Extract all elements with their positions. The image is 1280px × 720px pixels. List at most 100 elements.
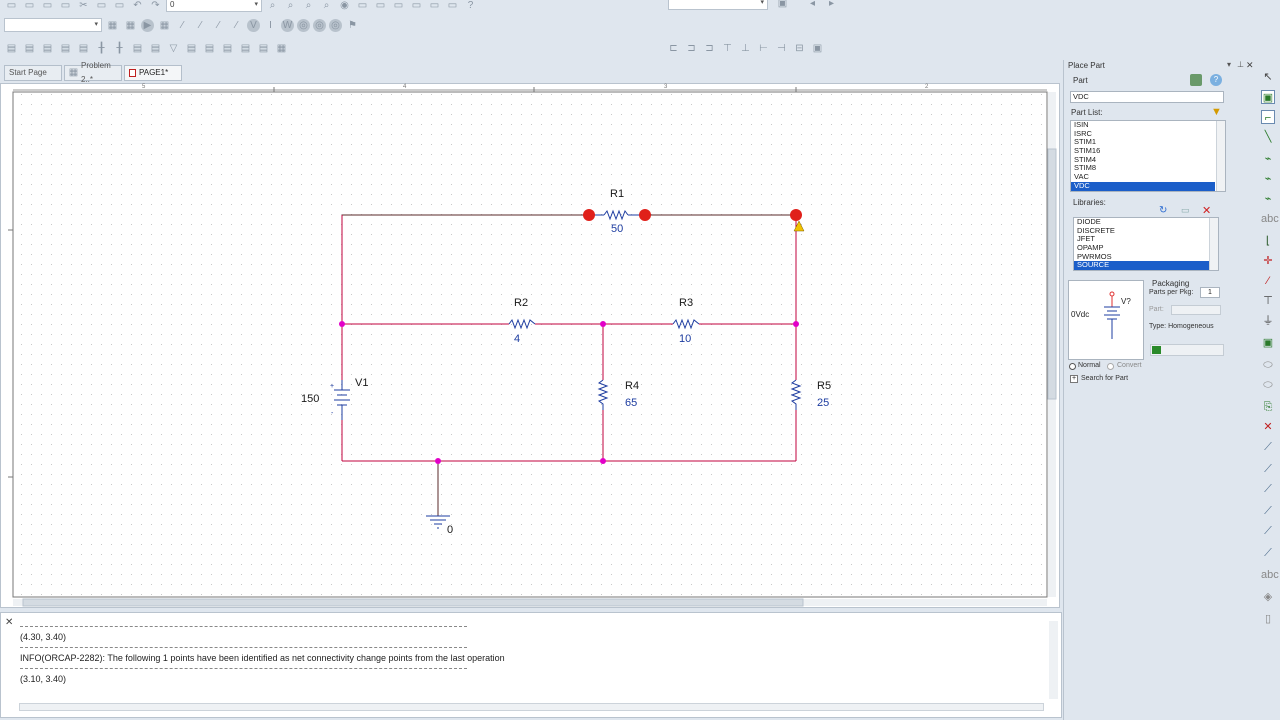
ungroup-icon[interactable]: ▤ [76,41,91,56]
place-hier-port-icon[interactable]: ⬭ [1261,358,1275,372]
place-auto-bus-icon[interactable]: ⌁ [1261,192,1275,206]
schematic-drawing[interactable] [1,84,1059,607]
zoom-out-icon[interactable]: ⌕ [283,0,298,13]
log-horizontal-scrollbar[interactable] [19,703,1044,711]
list-item-selected[interactable]: SOURCE [1074,261,1209,270]
run-icon[interactable]: ▶ [141,18,154,32]
table-icon[interactable]: ▦ [274,41,289,56]
r5-ref[interactable]: R5 [817,380,831,392]
pin-icon[interactable]: ▤ [202,41,217,56]
place-text-icon[interactable]: abc [1261,568,1279,582]
eye-icon[interactable]: ◉ [337,0,352,13]
help-icon[interactable]: ? [1210,74,1222,86]
v1-value[interactable]: 150 [301,393,319,405]
refresh-icon[interactable]: ↻ [1159,205,1167,216]
place-polyline-icon[interactable]: ⟋ [1261,462,1275,476]
place-off-page-icon[interactable]: ⎘ [1261,400,1275,414]
open-folder-icon[interactable]: ▭ [22,0,37,13]
place-part-icon[interactable]: ▣ [1261,90,1275,104]
place-bus-entry-icon[interactable]: ⌊ [1261,234,1275,248]
schematic-canvas[interactable]: 5 4 3 2 R1 50 R2 4 R3 10 R4 65 R5 25 V1 … [0,83,1060,608]
place-ground-icon[interactable]: ⏚ [1261,314,1275,328]
export-icon[interactable]: ▤ [256,41,271,56]
select-icon[interactable]: ↖ [1261,70,1275,84]
edit-part-icon[interactable]: ▤ [220,41,235,56]
rotate-icon[interactable]: ▤ [4,41,19,56]
drc-icon[interactable]: ▭ [373,0,388,13]
place-net-group-icon[interactable]: ╲ [1261,130,1275,144]
redo-icon[interactable]: ↷ [148,0,163,13]
place-wire-icon[interactable]: ⌐ [1261,110,1275,124]
tab-page1[interactable]: PAGE1* [124,65,182,81]
netlist-icon[interactable]: ▭ [391,0,406,13]
part-list[interactable]: ISIN ISRC STIM1 STIM16 STIM4 STIM8 VAC V… [1070,120,1226,192]
back-icon[interactable]: ◂ [805,0,820,11]
binoculars-icon[interactable]: ▣ [775,0,790,11]
hierarchy-icon[interactable]: ▤ [184,41,199,56]
lock-icon[interactable]: ▣ [810,41,825,56]
edit-profile-icon[interactable]: ▦ [105,18,120,33]
place-no-erc-icon[interactable]: ✕ [1261,420,1275,434]
part-input[interactable]: VDC [1070,91,1224,103]
pin-panel-icon[interactable]: ⊥ [1237,60,1244,69]
list-item[interactable]: VAC [1071,172,1225,182]
close-icon[interactable]: ✕ [1246,60,1254,71]
bias-toggle-icon[interactable]: ◎ [297,18,310,32]
mirror-icon[interactable]: ▤ [22,41,37,56]
r4-value[interactable]: 65 [625,397,637,409]
r4-ref[interactable]: R4 [625,380,639,392]
net-alias-icon[interactable]: ▤ [130,41,145,56]
part-search-combo[interactable]: ▾ [668,0,768,10]
place-rectangle-icon[interactable]: ⟋ [1261,482,1275,496]
libraries-scrollbar[interactable] [1209,218,1218,270]
align-center-icon[interactable]: ⊐ [684,41,699,56]
search-for-part-label[interactable]: Search for Part [1081,375,1128,382]
filter-icon[interactable]: ▼ [1211,106,1222,118]
bias-power-icon[interactable]: ◎ [329,18,342,32]
undo-icon[interactable]: ↶ [130,0,145,13]
zoom-in-icon[interactable]: ⌕ [265,0,280,13]
bom-icon[interactable]: ▭ [409,0,424,13]
v1-ref[interactable]: V1 [355,377,368,389]
zoom-all-icon[interactable]: ⌕ [319,0,334,13]
bias-enable-icon[interactable]: ◎ [313,18,326,32]
add-library-folder-icon[interactable]: ▭ [1181,205,1190,216]
place-net-alias-icon[interactable]: abc [1261,212,1279,226]
r5-value[interactable]: 25 [817,397,829,409]
tab-problem[interactable]: ▦ Problem 2..* [64,61,122,84]
place-ellipse-icon[interactable]: ⟋ [1261,504,1275,518]
paste-icon[interactable]: ▭ [112,0,127,13]
zoom-area-icon[interactable]: ⌕ [301,0,316,13]
distribute-v-icon[interactable]: ⊣ [774,41,789,56]
power-marker-icon[interactable]: ⁄ [211,18,226,33]
place-hier-pin-icon[interactable]: ⬭ [1261,378,1275,392]
place-hier-block-icon[interactable]: ▣ [1261,336,1275,350]
place-power-icon[interactable]: ⊤ [1261,294,1275,308]
bias-i-icon[interactable]: I [263,18,278,33]
r1-ref[interactable]: R1 [610,188,624,200]
filter-icon[interactable]: ▽ [166,41,181,56]
list-item[interactable]: DISCRETE [1074,226,1218,236]
place-picture-icon[interactable]: ▯ [1261,612,1275,626]
cut-icon[interactable]: ✂ [76,0,91,13]
forward-icon[interactable]: ▸ [824,0,839,11]
distribute-h-icon[interactable]: ⊢ [756,41,771,56]
align-top-icon[interactable]: ⊤ [720,41,735,56]
voltage-marker-icon[interactable]: ⁄ [175,18,190,33]
pin-icon[interactable]: ▾ [1227,60,1231,69]
session-log[interactable]: ✕ (4.30, 3.40) INFO(ORCAP-2282): The fol… [0,612,1062,718]
list-item-selected[interactable]: VDC [1071,181,1215,191]
group-icon[interactable]: ▤ [58,41,73,56]
r2-ref[interactable]: R2 [514,297,528,309]
copy-icon[interactable]: ▭ [94,0,109,13]
pcb-footprint-field[interactable] [1150,344,1224,356]
save-icon[interactable]: ▭ [40,0,55,13]
space-icon[interactable]: ⊟ [792,41,807,56]
place-arc-icon[interactable]: ⟋ [1261,524,1275,538]
place-line-icon[interactable]: ⟋ [1261,440,1275,454]
align-middle-icon[interactable]: ⊥ [738,41,753,56]
view-results-icon[interactable]: ▦ [157,18,172,33]
project-icon[interactable]: ▭ [445,0,460,13]
edit-property-icon[interactable]: ▤ [238,41,253,56]
list-item[interactable]: STIM8 [1071,164,1225,173]
